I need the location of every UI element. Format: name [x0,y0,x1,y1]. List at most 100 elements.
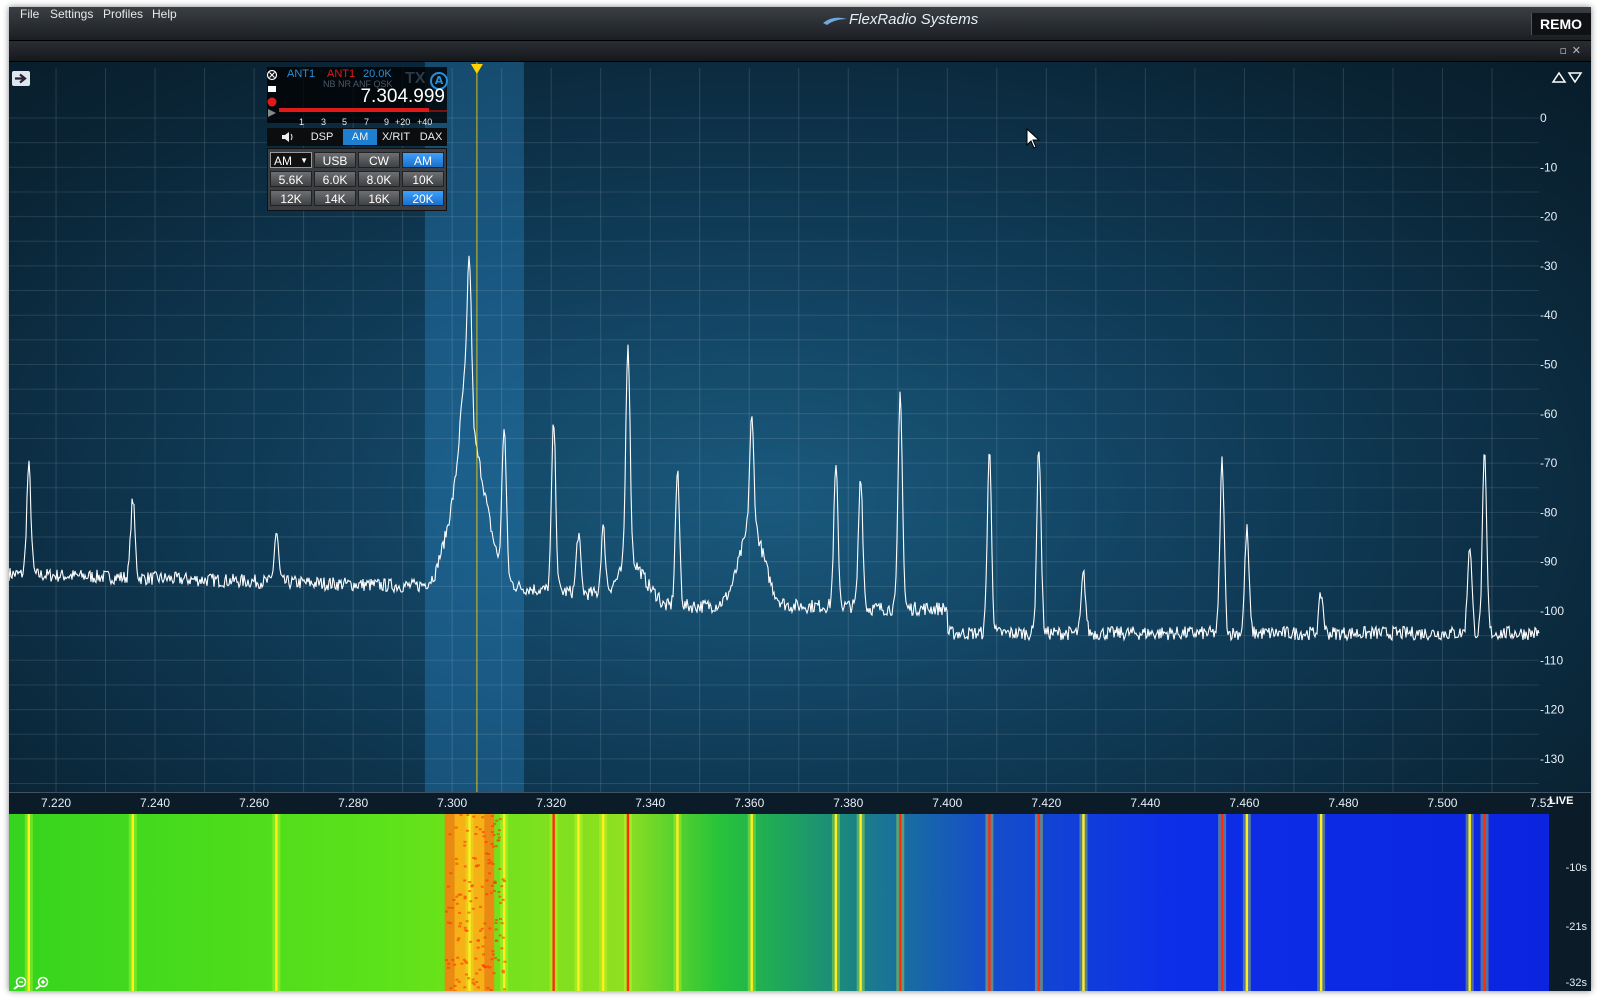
filter-10k-button[interactable]: 10K [402,171,444,187]
triangle-up-icon[interactable] [1551,71,1567,83]
rx-antenna[interactable]: ANT1 [287,68,315,80]
waterfall-noise [502,988,506,991]
dbm-label: -120 [1540,703,1564,717]
waterfall-noise [467,911,471,914]
mode-dropdown[interactable]: AM ▼ [270,152,312,168]
waterfall-signal [1037,814,1041,991]
waterfall-noise [478,929,482,932]
waterfall-noise [446,966,450,969]
frequency-label: 7.400 [932,796,963,810]
waterfall-noise [470,885,474,888]
waterfall-noise [466,814,470,817]
remote-button[interactable]: REMO [1531,13,1591,35]
waterfall-noise [490,842,494,845]
waterfall-noise [490,831,494,834]
speaker-icon [282,132,293,142]
waterfall-noise [500,885,504,888]
filter-16k-button[interactable]: 16K [358,190,400,206]
waterfall-noise [497,829,501,832]
waterfall-noise [497,839,501,842]
waterfall-noise [446,921,450,924]
waterfall-display[interactable] [9,814,1549,991]
waterfall-noise [450,906,454,909]
waterfall-noise [491,845,495,848]
mode-am-button[interactable]: AM [402,152,444,168]
waterfall-noise [454,826,458,829]
menu-settings[interactable]: Settings [50,7,93,21]
waterfall-noise [499,917,503,920]
waterfall-noise [471,907,475,910]
waterfall-noise [458,911,462,914]
frequency-label: 7.300 [437,796,468,810]
dbm-label: -130 [1540,752,1564,766]
waterfall-noise [484,852,488,855]
dbm-label: -70 [1540,456,1558,470]
mouse-pointer-icon [1026,128,1041,149]
waterfall-signal [750,814,753,991]
menu-file[interactable]: File [20,7,39,21]
waterfall-noise [478,968,482,971]
frequency-axis[interactable]: 7.220 7.240 7.260 7.280 7.300 7.320 7.340 7.360… [9,792,1591,815]
waterfall-noise [474,833,478,836]
slice-tabs: DSP AM X/RIT DAX [267,128,447,146]
zoom-out-icon[interactable] [13,976,27,990]
waterfall-noise [477,864,481,867]
dbm-label: -10 [1540,160,1558,174]
tab-xrit[interactable]: X/RIT [379,129,413,145]
waterfall-noise [469,900,473,903]
waterfall-noise [485,879,489,882]
filter-5-6k-button[interactable]: 5.6K [270,171,312,187]
waterfall-signal [1483,814,1486,991]
close-slice-icon[interactable] [266,69,278,81]
tab-dsp[interactable]: DSP [305,129,339,145]
waterfall-noise [479,905,483,908]
waterfall-noise [483,936,487,939]
mode-cw-button[interactable]: CW [358,152,400,168]
waterfall-noise [499,901,503,904]
tab-audio[interactable] [275,129,301,145]
waterfall-noise [497,959,501,962]
waterfall-noise [468,881,472,884]
smartsdr-window: File Settings Profiles Help FlexRadio Sy… [9,7,1591,991]
dbm-label: -20 [1540,210,1558,224]
menu-help[interactable]: Help [152,7,177,21]
filter-6-0k-button[interactable]: 6.0K [314,171,356,187]
collapse-arrow-icon[interactable] [12,71,30,86]
slice-frequency[interactable]: 7.304.999 [360,86,445,108]
lock-icon[interactable] [268,86,276,92]
filter-8-0k-button[interactable]: 8.0K [358,171,400,187]
frequency-label: 7.320 [536,796,567,810]
waterfall-signal [626,814,630,991]
waterfall-noise [495,819,499,822]
waterfall-noise [476,946,480,949]
filter-14k-button[interactable]: 14K [314,190,356,206]
waterfall-signal [601,814,605,991]
frequency-label: 7.340 [635,796,666,810]
waterfall-noise [501,969,505,972]
spectrum-display[interactable]: 0 -10 -20 -30 -40 -50 -60 -70 -80 -90 -100 -110 -120… [9,62,1591,792]
record-icon[interactable] [267,97,277,107]
menu-profiles[interactable]: Profiles [103,7,143,21]
triangle-down-icon[interactable] [1567,72,1583,84]
mode-usb-button[interactable]: USB [314,152,356,168]
waterfall-noise [484,840,488,843]
waterfall-noise [472,856,476,859]
play-icon[interactable] [268,109,276,117]
filter-12k-button[interactable]: 12K [270,190,312,206]
smeter-tick: +40 [417,117,433,127]
restore-icon[interactable]: ▫ [1560,44,1567,57]
waterfall-noise [498,818,502,821]
zoom-in-icon[interactable] [35,976,49,990]
tab-mode[interactable]: AM [343,129,377,145]
waterfall-noise [449,872,453,875]
waterfall-noise [489,988,493,991]
waterfall-noise [451,958,455,961]
close-icon[interactable]: ✕ [1572,44,1581,57]
tab-dax[interactable]: DAX [415,129,447,145]
waterfall-noise [492,889,496,892]
smeter-tick: 7 [364,117,370,127]
filter-20k-button[interactable]: 20K [402,190,444,206]
panadapter[interactable]: 0 -10 -20 -30 -40 -50 -60 -70 -80 -90 -100 -110 -120… [9,62,1591,792]
panadapter-header: ▫ ✕ [9,41,1591,62]
waterfall-noise [455,895,459,898]
